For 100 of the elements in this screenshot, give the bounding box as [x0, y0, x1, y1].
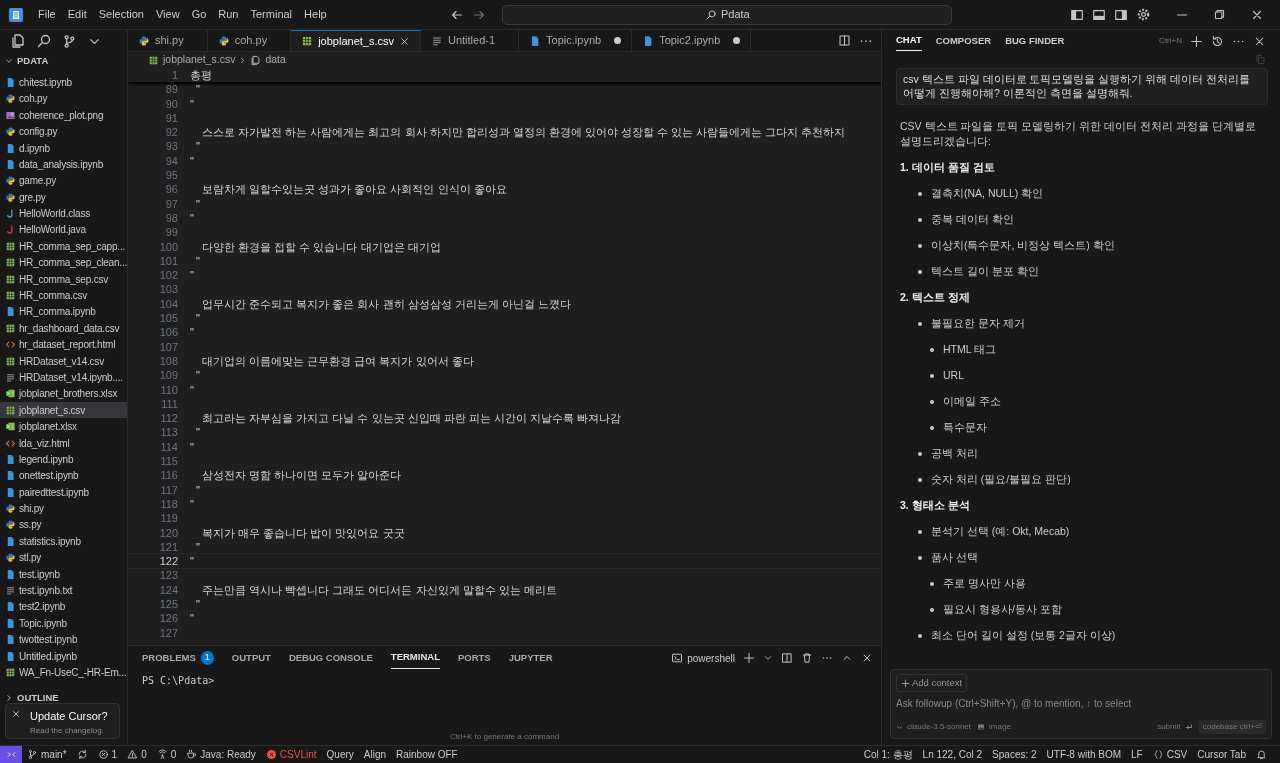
chat-input-field[interactable]: Ask followup (Ctrl+Shift+Y), @ to mention, ↑ to select — [896, 692, 1266, 716]
menu-bar-item[interactable]: View — [149, 4, 186, 25]
editor-tab[interactable]: Topic.ipynb — [519, 30, 633, 51]
panel-tab[interactable]: TERMINAL — [390, 647, 440, 669]
editor-tab[interactable]: Topic2.ipynb — [632, 30, 752, 51]
explorer-entry[interactable]: WA_Fn-UseC_-HR-Em... — [0, 664, 127, 681]
explorer-entry[interactable]: game.py — [0, 172, 127, 189]
status-item[interactable]: Java: Ready — [181, 746, 261, 763]
source-control-icon[interactable] — [62, 33, 77, 49]
model-selector[interactable]: claude-3.5-sonnet — [896, 721, 972, 733]
explorer-entry[interactable]: HR_comma_sep_clean... — [0, 254, 127, 271]
status-item[interactable]: CSV — [1147, 746, 1193, 763]
close-icon[interactable] — [861, 652, 873, 664]
status-item[interactable]: Ln 122, Col 2 — [917, 746, 988, 763]
explorer-entry[interactable]: gre.py — [0, 189, 127, 206]
status-item[interactable]: UTF-8 with BOM — [1041, 746, 1127, 763]
menu-bar-item[interactable]: Run — [212, 4, 245, 25]
status-item[interactable]: Cursor Tab — [1192, 746, 1251, 763]
explorer-entry[interactable]: HelloWorld.class — [0, 205, 127, 222]
breadcrumb-item[interactable]: jobplanet_s.csv — [148, 52, 236, 68]
explorer-entry[interactable]: d.ipynb — [0, 139, 127, 157]
settings-icon[interactable] — [1136, 7, 1151, 22]
menu-bar-item[interactable]: Edit — [61, 4, 93, 25]
explorer-entry[interactable]: Untitled.ipynb — [0, 647, 127, 665]
close-icon[interactable] — [11, 709, 21, 719]
explorer-entry[interactable]: coh.py — [0, 90, 127, 108]
menu-bar-item[interactable]: Selection — [92, 4, 150, 25]
explorer-entry[interactable]: jobplanet_brothers.xlsx — [0, 385, 127, 403]
chat-tab[interactable]: COMPOSER — [935, 31, 992, 51]
explorer-entry[interactable]: twottest.ipynb — [0, 631, 127, 648]
search-icon[interactable] — [36, 33, 52, 49]
chevron-down-icon[interactable] — [763, 653, 773, 663]
menu-bar-item[interactable]: Go — [185, 4, 213, 25]
explorer-entry[interactable]: HR_comma.csv — [0, 287, 127, 304]
explorer-entry[interactable]: test2.ipynb — [0, 598, 127, 616]
explorer-entry[interactable]: lda_viz.html — [0, 434, 127, 452]
explorer-entry[interactable]: hr_dataset_report.html — [0, 336, 127, 353]
split-editor-icon[interactable] — [838, 34, 851, 47]
menu-bar-item[interactable]: File — [32, 4, 62, 25]
explorer-icon[interactable] — [10, 33, 26, 49]
status-item[interactable]: 1 — [92, 746, 123, 763]
explorer-entry[interactable]: HelloWorld.java — [0, 221, 127, 239]
explorer-entry[interactable]: test.ipynb.txt — [0, 582, 127, 599]
plus-icon[interactable] — [1190, 34, 1203, 48]
chat-tab[interactable]: CHAT — [896, 31, 922, 51]
explorer-entry[interactable]: HR_comma_sep.csv — [0, 270, 127, 288]
bottom-panel-toggle-icon[interactable] — [1092, 7, 1106, 22]
explorer-entry[interactable]: hr_dashboard_data.csv — [0, 320, 127, 337]
status-item[interactable]: Rainbow OFF — [391, 746, 463, 763]
explorer-entry[interactable]: jobplanet.xlsx — [0, 418, 127, 435]
status-item[interactable]: CSVLint — [260, 746, 322, 763]
explorer-entry[interactable]: statistics.ipynb — [0, 533, 127, 550]
status-item[interactable]: Query — [321, 746, 359, 763]
menu-bar-item[interactable]: Terminal — [244, 4, 299, 25]
explorer-entry[interactable]: pairedttest.ipynb — [0, 484, 127, 501]
close-icon[interactable] — [399, 35, 410, 47]
status-item[interactable]: 0 — [122, 746, 152, 763]
editor-tab[interactable]: jobplanet_s.csv — [291, 30, 421, 51]
add-context-button[interactable]: Add context — [896, 674, 968, 693]
chat-input-box[interactable]: Add context Ask followup (Ctrl+Shift+Y), @ to mention, ↑ to select claude-3.5-sonnet image submit codebase ctrl+⏎ — [890, 669, 1272, 739]
left-panel-toggle-icon[interactable] — [1070, 7, 1084, 22]
panel-tab[interactable]: DEBUG CONSOLE — [288, 647, 373, 669]
explorer-entry[interactable]: HR_comma.ipynb — [0, 303, 127, 321]
search-field[interactable]: Pdata — [502, 4, 953, 25]
explorer-entry[interactable]: HRDataset_v14.ipynb.... — [0, 369, 127, 386]
plus-icon[interactable] — [743, 652, 755, 664]
explorer-entry[interactable]: shi.py — [0, 500, 127, 517]
explorer-section-header[interactable]: PDATA — [0, 52, 127, 71]
history-icon[interactable] — [1211, 34, 1224, 48]
status-item[interactable]: 0 — [151, 746, 182, 763]
explorer-entry[interactable]: ss.py — [0, 516, 127, 534]
explorer-entry[interactable]: jobplanet_s.csv — [0, 402, 127, 419]
panel-tab[interactable]: OUTPUT — [231, 647, 271, 669]
explorer-entry[interactable]: test.ipynb — [0, 565, 127, 583]
status-item[interactable]: LF — [1126, 746, 1148, 763]
panel-tab[interactable]: PORTS — [457, 647, 491, 669]
right-panel-toggle-icon[interactable] — [1114, 7, 1128, 22]
restore-icon[interactable] — [1213, 8, 1226, 21]
breadcrumb-item[interactable]: data — [250, 52, 286, 68]
chat-tab[interactable]: BUG FINDER — [1005, 31, 1065, 51]
explorer-entry[interactable]: legend.ipynb — [0, 451, 127, 468]
explorer-entry[interactable]: stl.py — [0, 549, 127, 566]
panel-tab[interactable]: PROBLEMS 1 — [142, 647, 214, 669]
explorer-entry[interactable]: chitest.ipynb — [0, 74, 127, 91]
explorer-entry[interactable]: Topic.ipynb — [0, 615, 127, 632]
explorer-entry[interactable]: coherence_plot.png — [0, 107, 127, 124]
editor-tab[interactable]: Untitled-1 — [421, 30, 520, 51]
status-item[interactable]: Align — [358, 746, 392, 763]
editor-tab[interactable]: shi.py — [128, 30, 208, 51]
split-terminal-icon[interactable] — [781, 652, 793, 664]
explorer-entry[interactable]: HRDataset_v14.csv — [0, 352, 127, 370]
submit-button[interactable]: submit — [1157, 721, 1193, 733]
status-item[interactable]: Spaces: 2 — [987, 746, 1042, 763]
status-item[interactable]: Col 1: 총평 — [858, 746, 918, 763]
explorer-entry[interactable]: config.py — [0, 123, 127, 140]
panel-tab[interactable]: JUPYTER — [508, 647, 553, 669]
explorer-entry[interactable]: HR_comma_sep_capp... — [0, 238, 127, 255]
explorer-section-header[interactable]: OUTLINE — [0, 688, 127, 707]
explorer-entry[interactable]: data_analysis.ipynb — [0, 156, 127, 173]
image-button[interactable]: image — [977, 721, 1011, 733]
